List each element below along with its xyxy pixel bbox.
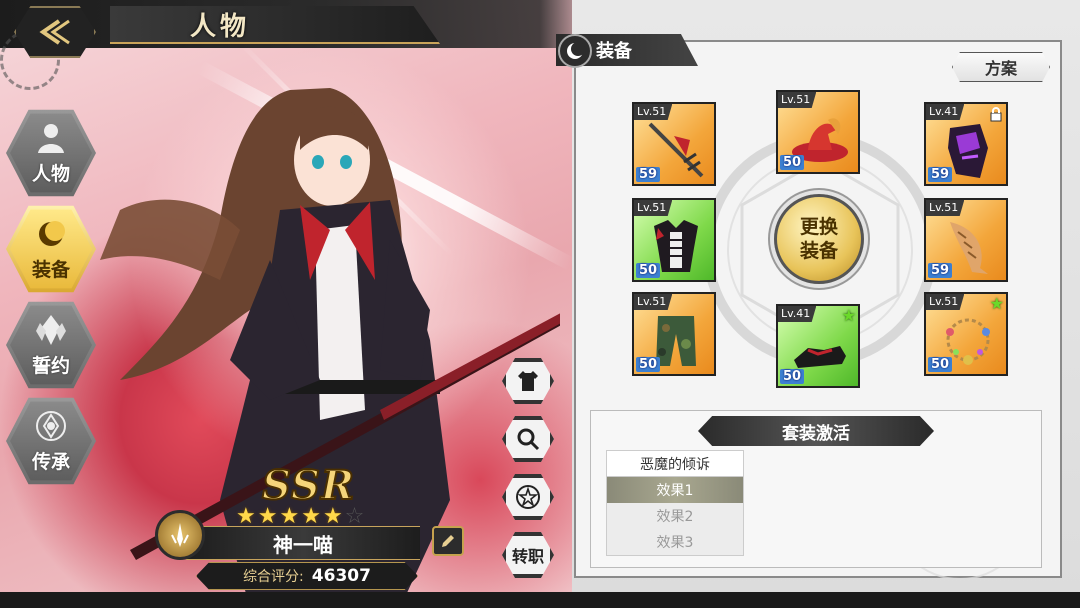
sword-class-icon — [171, 523, 189, 547]
star-filled-icon: ★ — [279, 504, 300, 529]
favorite-button[interactable] — [502, 474, 554, 520]
nav-label: 传承 — [31, 451, 70, 473]
slot-level: Lv.51 — [634, 104, 673, 120]
equipment-slot-head[interactable]: Lv.51 50 — [776, 90, 860, 174]
equipment-slot-armor[interactable]: Lv.51 50 — [632, 198, 716, 282]
nav-item-equipment[interactable]: 装备 — [6, 205, 96, 293]
page-title: 人物 — [190, 12, 251, 42]
back-button[interactable] — [14, 6, 96, 58]
name-plate: 神一喵 — [186, 526, 420, 560]
star-badge-icon: ★ — [989, 294, 1004, 313]
slot-enhance-level: 50 — [780, 369, 805, 384]
slot-level: Lv.51 — [926, 294, 965, 310]
character-action-buttons: 转职 — [502, 358, 556, 590]
equipment-slot-accessory-fish[interactable]: Lv.51 59 — [924, 198, 1008, 282]
flower-icon — [36, 411, 66, 441]
pencil-icon — [442, 535, 454, 547]
nav-label: 装备 — [31, 259, 70, 281]
character-name: 神一喵 — [273, 532, 333, 557]
set-bonus-header: 套装激活 — [698, 416, 934, 446]
set-name[interactable]: 恶魔的倾诉 — [607, 451, 743, 477]
slot-level: Lv.51 — [634, 200, 673, 216]
class-change-button[interactable]: 转职 — [502, 532, 554, 578]
slot-enhance-level: 50 — [780, 155, 805, 170]
equipment-slot-shoes[interactable]: Lv.41 ★ 50 — [776, 304, 860, 388]
equipment-title: 装备 — [596, 41, 632, 62]
star-empty-icon: ☆ — [344, 504, 365, 529]
moon-icon — [558, 34, 592, 68]
set-effect-1[interactable]: 效果1 — [607, 477, 743, 503]
set-effect-2[interactable]: 效果2 — [607, 503, 743, 529]
equipment-slot-weapon[interactable]: Lv.51 59 — [632, 102, 716, 186]
set-effect-3[interactable]: 效果3 — [607, 529, 743, 555]
nav-item-oath[interactable]: 誓约 — [6, 301, 96, 389]
star-badge-icon: ★ — [841, 306, 856, 325]
slot-enhance-level: 50 — [928, 357, 953, 372]
change-equipment-label-2: 装备 — [799, 240, 838, 262]
slot-level: Lv.41 — [778, 306, 817, 322]
loadout-plan-button[interactable]: 方案 — [952, 52, 1050, 82]
lock-icon — [990, 107, 1002, 122]
star-filled-icon: ★ — [322, 504, 343, 529]
slot-level: Lv.41 — [926, 104, 965, 120]
back-arrow-icon — [39, 19, 70, 45]
inspect-button[interactable] — [502, 416, 554, 462]
side-nav: 人物 装备 誓约 传承 — [6, 108, 98, 492]
star-icon — [516, 485, 540, 509]
slot-enhance-level: 59 — [928, 167, 953, 182]
rename-button[interactable] — [432, 526, 464, 556]
slot-enhance-level: 59 — [636, 167, 661, 182]
moon-icon — [39, 221, 65, 246]
nav-item-legacy[interactable]: 传承 — [6, 397, 96, 485]
outfit-button[interactable] — [502, 358, 554, 404]
score-value: 46307 — [311, 566, 371, 586]
person-icon — [38, 124, 64, 153]
magnify-icon — [517, 428, 540, 451]
equipment-slot-necklace[interactable]: Lv.51 ★ 50 — [924, 292, 1008, 376]
slot-enhance-level: 59 — [928, 263, 953, 278]
score-plate: 综合评分: 46307 — [196, 562, 418, 590]
slot-level: Lv.51 — [634, 294, 673, 310]
slot-level: Lv.51 — [778, 92, 817, 108]
slot-level: Lv.51 — [926, 200, 965, 216]
slot-enhance-level: 50 — [636, 263, 661, 278]
bottom-bar — [0, 592, 1080, 608]
star-rating: ★ ★ ★ ★ ★ ☆ — [236, 506, 364, 528]
title-plate — [110, 6, 440, 44]
slot-enhance-level: 50 — [636, 357, 661, 372]
set-bonus-list: 恶魔的倾诉 效果1 效果2 效果3 — [606, 450, 744, 556]
star-filled-icon: ★ — [257, 504, 278, 529]
nav-item-character[interactable]: 人物 — [6, 109, 96, 197]
outfit-icon — [518, 371, 538, 391]
class-badge[interactable] — [155, 510, 205, 560]
class-change-label: 转职 — [511, 547, 544, 566]
rarity-label: SSR — [261, 461, 356, 510]
score-label: 综合评分: — [243, 569, 304, 585]
equipment-slot-glove[interactable]: Lv.41 59 — [924, 102, 1008, 186]
nav-label: 誓约 — [31, 355, 70, 377]
nav-label: 人物 — [31, 163, 70, 185]
crystal-icon — [36, 315, 66, 345]
change-equipment-label-1: 更换 — [799, 216, 838, 238]
change-equipment-button[interactable]: 更换 装备 — [774, 194, 864, 284]
star-filled-icon: ★ — [301, 504, 321, 529]
equipment-slot-pants[interactable]: Lv.51 50 — [632, 292, 716, 376]
star-filled-icon: ★ — [236, 504, 256, 529]
